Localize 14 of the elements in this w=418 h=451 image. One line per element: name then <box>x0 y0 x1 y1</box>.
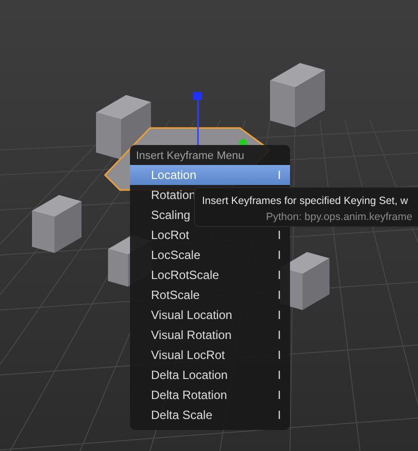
shortcut-key: I <box>278 386 281 404</box>
shortcut-key: I <box>278 406 281 424</box>
shortcut-key: I <box>278 226 281 244</box>
tooltip-python: Python: bpy.ops.anim.keyframe <box>265 210 412 224</box>
shortcut-key: I <box>278 306 281 324</box>
shortcut-key: I <box>278 166 281 184</box>
shortcut-key: I <box>278 346 281 364</box>
tooltip-description: Insert Keyframes for specified Keying Set, w <box>202 194 410 208</box>
menu-title: Insert Keyframe Menu <box>135 149 246 164</box>
shortcut-key: I <box>278 246 281 264</box>
shortcut-key: I <box>278 266 281 284</box>
shortcut-key: I <box>278 326 281 344</box>
shortcut-key: I <box>278 286 281 304</box>
shortcut-key: I <box>278 366 281 384</box>
